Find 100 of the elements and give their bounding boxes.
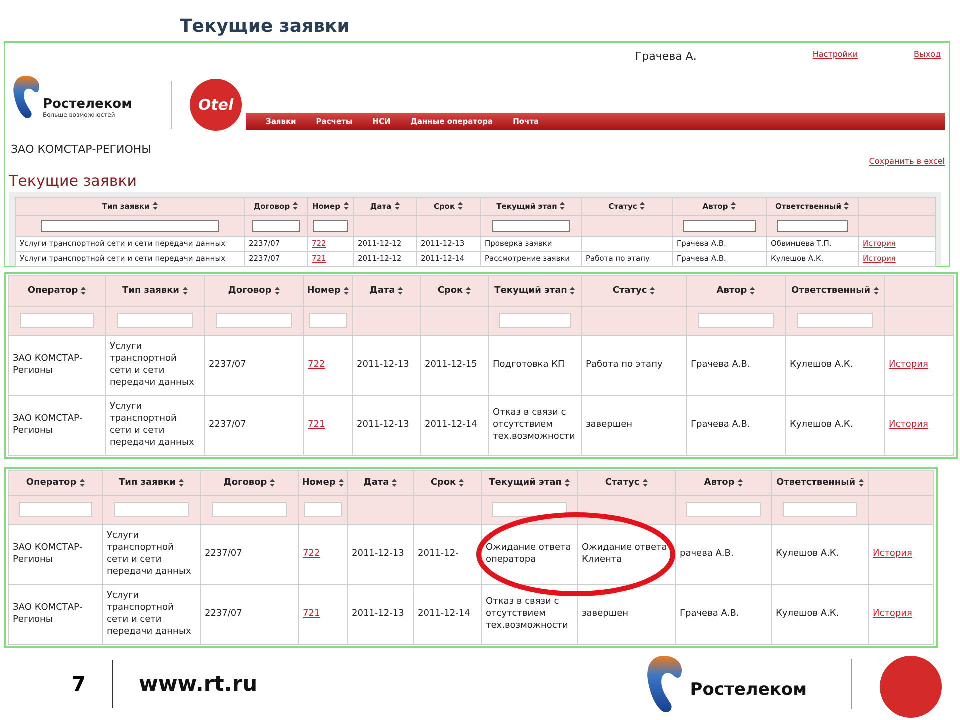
sort-icon[interactable] xyxy=(344,202,348,210)
filter-field[interactable] xyxy=(683,220,756,232)
column-header[interactable]: Автор xyxy=(676,470,771,495)
sort-icon[interactable] xyxy=(270,478,276,487)
filter-field[interactable] xyxy=(698,313,774,328)
filter-field[interactable] xyxy=(492,502,567,518)
table-cell: завершен xyxy=(582,396,686,455)
sort-icon[interactable] xyxy=(458,202,464,210)
column-header[interactable]: Текущий этап xyxy=(482,470,577,495)
table-cell: Услуги транспортной сети и сети передачи данных xyxy=(106,336,204,395)
column-header[interactable]: Ответственный xyxy=(772,470,868,495)
filter-field[interactable] xyxy=(492,220,570,232)
filter-field[interactable] xyxy=(304,502,342,518)
request-number-link[interactable]: 721 xyxy=(303,608,320,620)
column-header[interactable]: Тип заявки xyxy=(103,470,200,495)
table-cell: ЗАО КОМСТАР-Регионы xyxy=(9,336,105,395)
sort-icon[interactable] xyxy=(344,286,349,295)
sort-icon[interactable] xyxy=(738,478,743,487)
table-cell: Услуги транспортной сети и сети передачи данных xyxy=(103,524,200,584)
column-label: Тип заявки xyxy=(122,286,180,296)
sort-icon[interactable] xyxy=(466,286,472,295)
column-header[interactable]: Автор xyxy=(687,276,785,306)
sort-icon[interactable] xyxy=(640,202,646,210)
column-header[interactable]: Дата xyxy=(353,276,420,306)
column-header[interactable]: Тип заявки xyxy=(106,276,204,306)
table-cell: Отказ в связи с отсутствием тех.возможности xyxy=(489,396,581,455)
header-link[interactable]: Настройки xyxy=(812,50,858,59)
organization-name: ЗАО КОМСТАР-РЕГИОНЫ xyxy=(11,142,152,156)
sort-icon[interactable] xyxy=(844,202,850,210)
sort-icon[interactable] xyxy=(179,478,184,487)
sort-icon[interactable] xyxy=(80,478,85,487)
sort-icon[interactable] xyxy=(560,202,566,210)
sort-icon[interactable] xyxy=(394,202,400,210)
history-link[interactable]: История xyxy=(873,608,912,620)
sort-icon[interactable] xyxy=(564,478,570,487)
sort-icon[interactable] xyxy=(293,202,298,210)
sort-icon[interactable] xyxy=(750,286,756,295)
column-header[interactable]: Текущий этап xyxy=(489,276,581,306)
header-link[interactable]: Выход xyxy=(914,50,941,59)
filter-field[interactable] xyxy=(20,313,94,328)
filter-field[interactable] xyxy=(212,502,288,518)
sort-icon[interactable] xyxy=(874,286,879,295)
filter-field[interactable] xyxy=(796,313,874,328)
sort-icon[interactable] xyxy=(338,478,344,487)
filter-field[interactable] xyxy=(41,220,219,232)
column-header[interactable]: Ответственный xyxy=(786,276,884,306)
user-name: Грачева А. xyxy=(635,50,697,63)
column-header[interactable]: Срок xyxy=(421,276,488,306)
sort-icon[interactable] xyxy=(731,202,736,210)
history-link[interactable]: История xyxy=(889,359,928,372)
request-number-link[interactable]: 722 xyxy=(303,548,320,560)
export-link[interactable]: Сохранить в excel xyxy=(869,156,945,170)
column-header[interactable]: Дата xyxy=(348,470,413,495)
column-header[interactable]: Договор xyxy=(201,470,298,495)
column-header[interactable]: Оператор xyxy=(9,276,105,306)
filter-field[interactable] xyxy=(309,313,347,328)
sort-icon[interactable] xyxy=(642,478,648,487)
column-header[interactable]: Статус xyxy=(582,276,686,306)
table-cell: Кулешов А.К. xyxy=(772,584,868,644)
history-link[interactable]: История xyxy=(889,419,928,432)
sort-icon[interactable] xyxy=(274,286,280,295)
filter-field[interactable] xyxy=(777,220,848,232)
filter-field[interactable] xyxy=(499,313,571,328)
filter-field[interactable] xyxy=(782,502,858,518)
filter-field[interactable] xyxy=(216,313,292,328)
table-cell: 2011-12-15 xyxy=(421,336,488,395)
sort-icon[interactable] xyxy=(81,286,86,295)
filter-field[interactable] xyxy=(114,502,190,518)
column-label: Тип заявки xyxy=(119,478,176,488)
filter-field[interactable] xyxy=(19,502,92,518)
column-header[interactable]: Договор xyxy=(205,276,303,306)
column-header[interactable]: Номер xyxy=(304,276,352,306)
table-cell: 2011-12-14 xyxy=(421,396,488,455)
page-heading: Текущие заявки xyxy=(9,172,138,190)
request-number-link[interactable]: 721 xyxy=(308,419,326,432)
logo-wordmark: Ростелеком xyxy=(43,96,132,112)
sort-icon[interactable] xyxy=(392,478,398,487)
table-cell: ЗАО КОМСТАР-Регионы xyxy=(9,524,102,584)
sort-icon[interactable] xyxy=(650,286,656,295)
filter-field[interactable] xyxy=(312,220,348,232)
sort-icon[interactable] xyxy=(152,202,158,210)
column-header[interactable]: Номер xyxy=(299,470,347,495)
sort-icon[interactable] xyxy=(182,286,188,295)
column-header[interactable]: Статус xyxy=(578,470,675,495)
sort-icon[interactable] xyxy=(398,286,404,295)
table-cell: ЗАО КОМСТАР-Регионы xyxy=(9,584,102,644)
sort-icon[interactable] xyxy=(459,478,464,487)
column-header[interactable]: Оператор xyxy=(9,470,102,495)
column-header[interactable]: Срок xyxy=(414,470,481,495)
request-number-link[interactable]: 722 xyxy=(308,359,326,372)
sort-icon[interactable] xyxy=(570,286,576,295)
table-cell: рачева А.В. xyxy=(676,524,771,584)
table-cell: Работа по этапу xyxy=(582,336,686,395)
table-cell: 2011-12-13 xyxy=(348,524,413,584)
history-link[interactable]: История xyxy=(873,548,912,560)
filter-field[interactable] xyxy=(116,313,194,328)
sort-icon[interactable] xyxy=(858,478,864,487)
filter-field[interactable] xyxy=(686,502,761,518)
filter-field[interactable] xyxy=(252,220,300,232)
column-label: Оператор xyxy=(28,286,78,296)
